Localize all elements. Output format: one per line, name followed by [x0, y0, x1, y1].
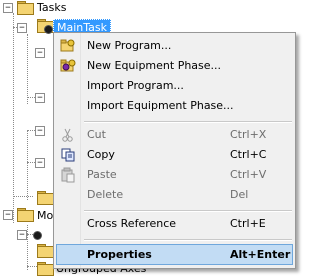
new-equipment-phase-icon	[60, 58, 76, 74]
menu-item-label: Import Program...	[87, 79, 184, 92]
tree-connector	[27, 225, 28, 270]
menu-separator	[84, 239, 292, 241]
menu-item-shortcut: Ctrl+C	[230, 148, 267, 161]
menu-item-label: New Program...	[87, 39, 172, 52]
new-program-icon	[60, 38, 76, 54]
menu-item-import-equipment-phase[interactable]: Import Equipment Phase...	[56, 96, 293, 116]
menu-item-new-program[interactable]: New Program...	[56, 36, 293, 56]
folder-icon	[37, 244, 54, 258]
tasks-folder-icon	[17, 1, 34, 15]
menu-separator	[84, 210, 292, 212]
menu-item-label: New Equipment Phase...	[87, 59, 222, 72]
tasks-collapse-toggle[interactable]: −	[3, 3, 13, 13]
menu-item-label: Copy	[87, 148, 115, 161]
ungrouped-axes-folder-icon	[37, 262, 54, 276]
menu-item-label: Cut	[87, 128, 106, 141]
tree-connector	[13, 13, 14, 223]
program-expand-toggle[interactable]: −	[35, 126, 45, 136]
tree-connector	[13, 196, 33, 197]
maintask-collapse-toggle[interactable]: −	[17, 23, 27, 33]
tree-connector	[27, 34, 28, 104]
program-expand-toggle[interactable]: −	[35, 93, 45, 103]
menu-item-label: Paste	[87, 168, 117, 181]
program-expand-toggle[interactable]: −	[35, 158, 45, 168]
menu-item-shortcut: Ctrl+X	[230, 128, 267, 141]
menu-item-paste[interactable]: Paste Ctrl+V	[56, 165, 293, 185]
scissors-icon	[60, 127, 76, 143]
motion-collapse-toggle[interactable]: −	[3, 210, 13, 220]
tree-node-tasks[interactable]: Tasks	[37, 1, 66, 14]
menu-item-label: Cross Reference	[87, 217, 177, 230]
menu-item-shortcut: Alt+Enter	[230, 248, 291, 261]
menu-item-delete[interactable]: Delete Del	[56, 185, 293, 205]
program-expand-toggle[interactable]: −	[35, 48, 45, 58]
task-gear-icon	[44, 25, 53, 34]
paste-icon	[60, 167, 76, 183]
menu-item-copy[interactable]: Copy Ctrl+C	[56, 145, 293, 165]
menu-item-cross-reference[interactable]: Cross Reference Ctrl+E	[56, 214, 293, 234]
menu-item-cut[interactable]: Cut Ctrl+X	[56, 125, 293, 145]
menu-item-label: Import Equipment Phase...	[87, 99, 234, 112]
folder-icon	[37, 191, 54, 205]
motion-group-collapse-toggle[interactable]: −	[17, 230, 27, 240]
tree-connector	[27, 130, 28, 200]
menu-item-properties[interactable]: Properties Alt+Enter	[56, 244, 293, 265]
menu-separator	[84, 121, 292, 123]
menu-item-shortcut: Ctrl+V	[230, 168, 267, 181]
menu-item-shortcut: Ctrl+E	[230, 217, 266, 230]
copy-icon	[60, 147, 76, 163]
menu-item-label: Delete	[87, 188, 124, 201]
menu-item-shortcut: Del	[230, 188, 249, 201]
menu-item-import-program[interactable]: Import Program...	[56, 76, 293, 96]
menu-item-label: Properties	[87, 248, 152, 261]
context-menu: New Program... New Equipment Phase... Im…	[53, 32, 296, 269]
motion-group-gear-icon	[33, 231, 42, 240]
tree-node-motion-groups[interactable]: Mo	[37, 209, 53, 222]
menu-item-new-equipment-phase[interactable]: New Equipment Phase...	[56, 56, 293, 76]
motion-folder-icon	[17, 208, 34, 222]
